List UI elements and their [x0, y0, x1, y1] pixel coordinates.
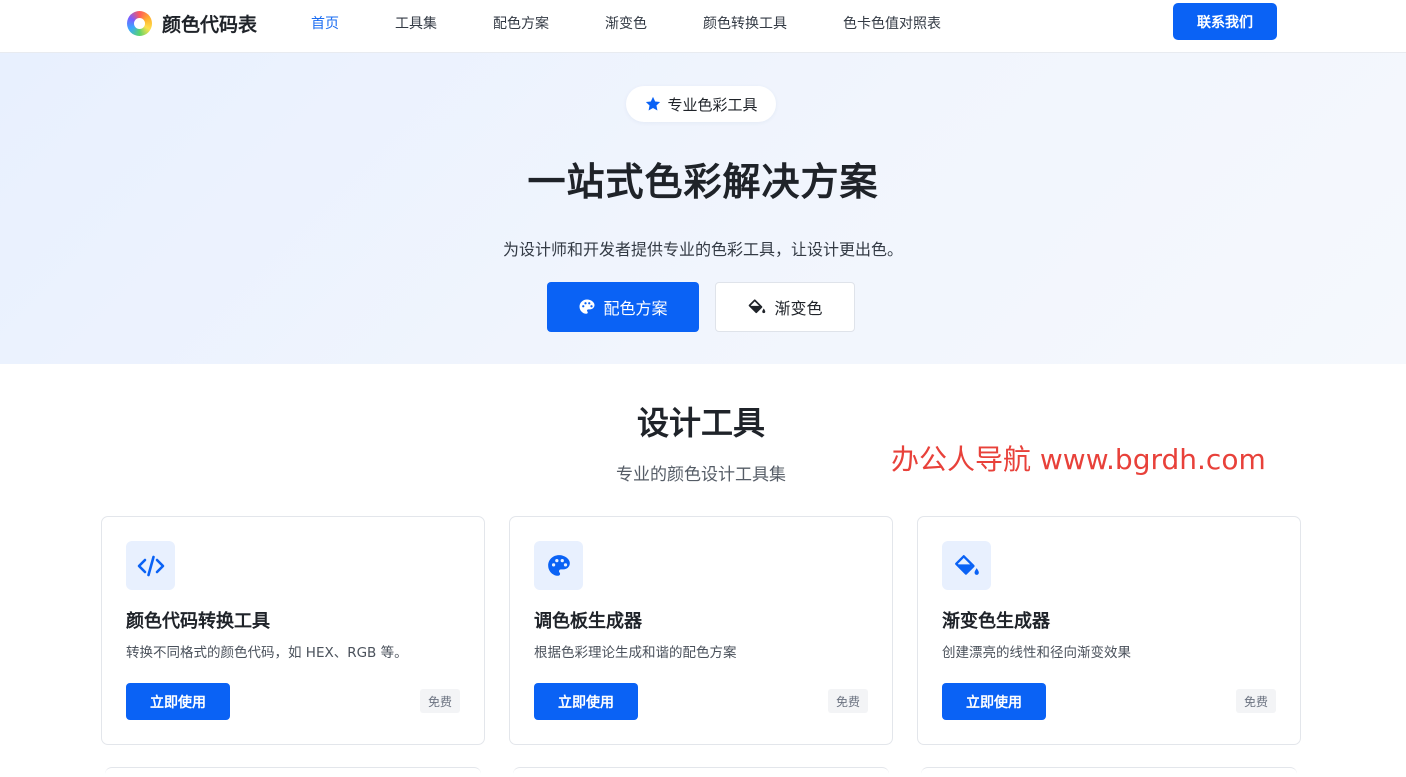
code-icon	[126, 541, 175, 590]
gradients-button-label: 渐变色	[774, 299, 823, 318]
fill-bucket-icon	[942, 541, 991, 590]
nav-item-home[interactable]: 首页	[311, 13, 339, 33]
nav-item-toolset[interactable]: 工具集	[395, 13, 437, 33]
nav-item-color-chart[interactable]: 色卡色值对照表	[843, 13, 941, 33]
hero-subtitle: 为设计师和开发者提供专业的色彩工具，让设计更出色。	[502, 240, 903, 259]
hero-badge-label: 专业色彩工具	[667, 95, 758, 114]
card-description: 转换不同格式的颜色代码，如 HEX、RGB 等。	[126, 645, 408, 661]
use-now-button[interactable]: 立即使用	[534, 683, 638, 720]
contact-us-button[interactable]: 联系我们	[1173, 3, 1277, 40]
use-now-button[interactable]: 立即使用	[126, 683, 230, 720]
fill-bucket-icon	[749, 299, 766, 314]
nav-item-color-converter[interactable]: 颜色转换工具	[703, 13, 787, 33]
card-placeholder	[105, 767, 481, 777]
nav-item-color-schemes[interactable]: 配色方案	[493, 13, 549, 33]
use-now-button[interactable]: 立即使用	[942, 683, 1046, 720]
card-description: 根据色彩理论生成和谐的配色方案	[534, 645, 737, 661]
color-wheel-icon	[127, 11, 152, 36]
nav-item-gradients[interactable]: 渐变色	[605, 13, 647, 33]
free-badge: 免费	[1235, 689, 1276, 713]
brand-name: 颜色代码表	[162, 14, 258, 36]
free-badge: 免费	[827, 689, 868, 713]
tool-card-gradient-generator: 渐变色生成器 创建漂亮的线性和径向渐变效果 立即使用 免费	[917, 516, 1301, 745]
tool-card-palette-generator: 调色板生成器 根据色彩理论生成和谐的配色方案 立即使用 免费	[509, 516, 893, 745]
color-schemes-button-label: 配色方案	[603, 299, 668, 318]
card-placeholder	[921, 767, 1297, 777]
hero-title: 一站式色彩解决方案	[527, 160, 879, 204]
free-badge: 免费	[419, 689, 460, 713]
hero-section: 专业色彩工具 一站式色彩解决方案 为设计师和开发者提供专业的色彩工具，让设计更出…	[0, 53, 1406, 364]
card-title: 渐变色生成器	[942, 611, 1050, 632]
palette-icon	[579, 299, 595, 314]
hero-badge: 专业色彩工具	[626, 86, 776, 122]
watermark-text: 办公人导航 www.bgrdh.com	[891, 443, 1266, 476]
card-placeholder	[513, 767, 889, 777]
card-title: 颜色代码转换工具	[126, 611, 270, 632]
palette-icon	[534, 541, 583, 590]
star-icon	[646, 96, 661, 111]
top-navbar: 颜色代码表 首页 工具集 配色方案 渐变色 颜色转换工具 色卡色值对照表 联系我…	[0, 0, 1406, 53]
tool-card-color-converter: 颜色代码转换工具 转换不同格式的颜色代码，如 HEX、RGB 等。 立即使用 免…	[101, 516, 485, 745]
card-description: 创建漂亮的线性和径向渐变效果	[942, 645, 1131, 661]
gradients-button[interactable]: 渐变色	[715, 282, 855, 332]
color-schemes-button[interactable]: 配色方案	[547, 282, 699, 332]
brand-logo[interactable]: 颜色代码表	[127, 10, 257, 37]
card-title: 调色板生成器	[534, 611, 642, 632]
